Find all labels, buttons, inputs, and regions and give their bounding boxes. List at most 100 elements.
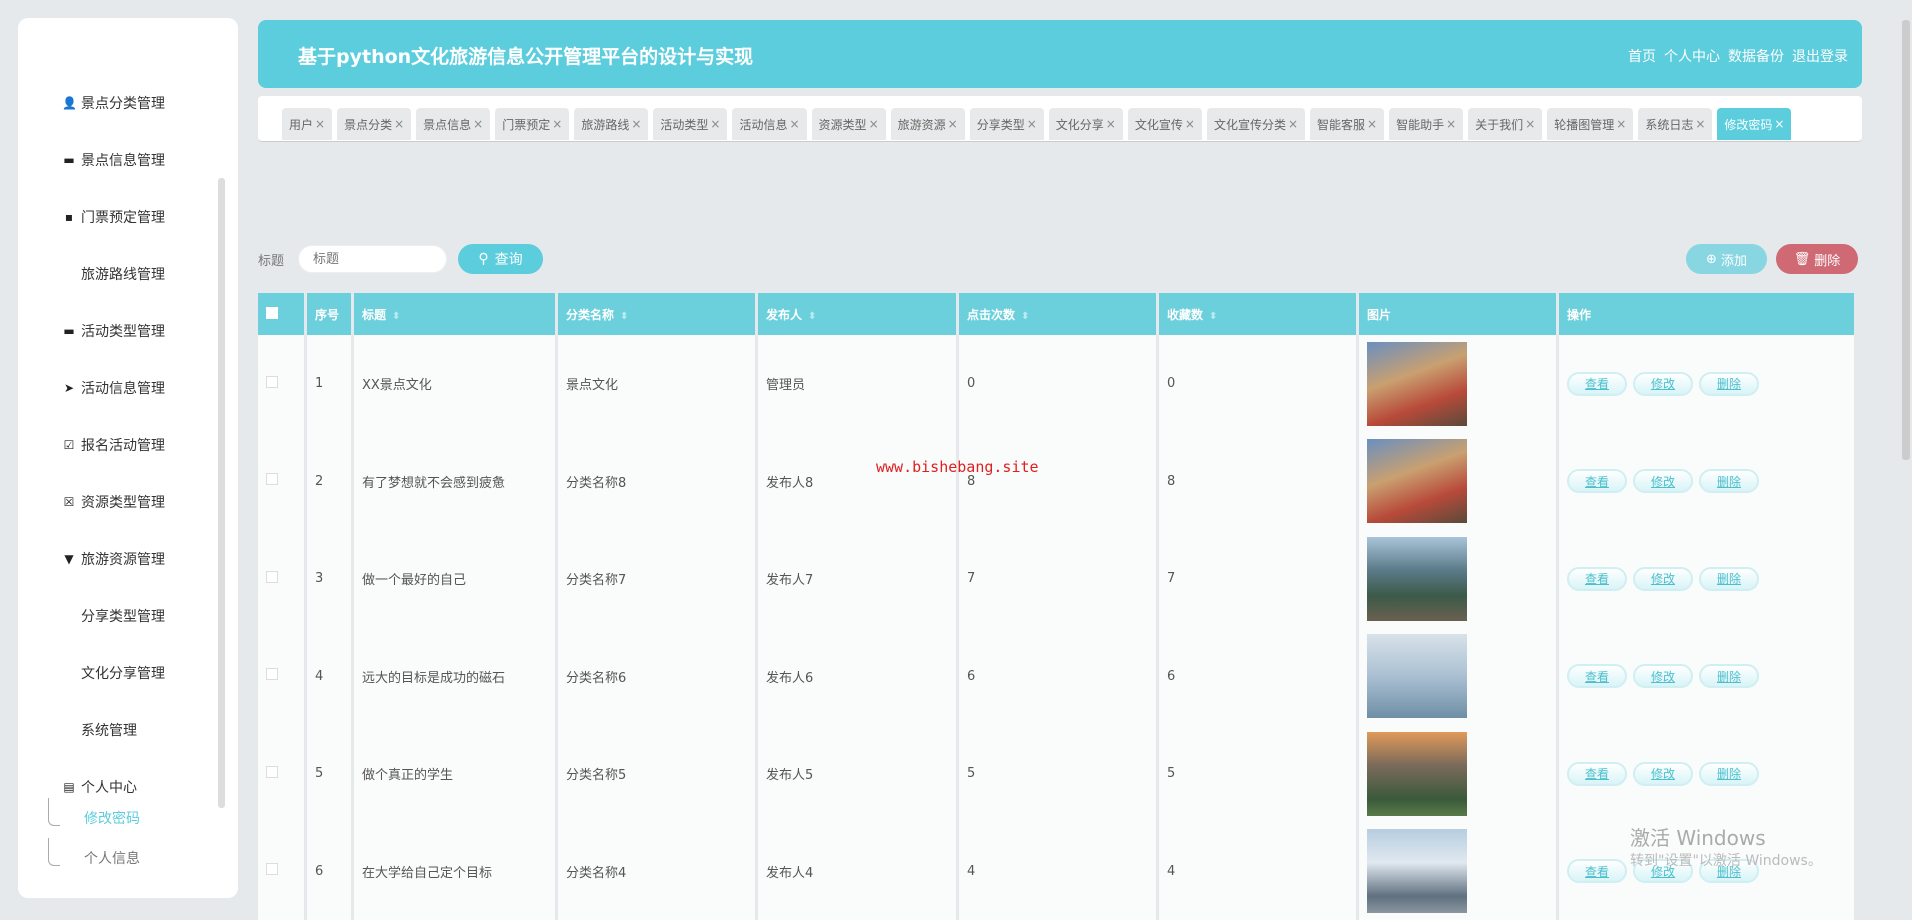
submenu-profile[interactable]: 个人信息 [84,848,140,868]
sidebar-item-4[interactable]: ▬活动类型管理 [62,319,165,343]
close-icon[interactable]: × [473,117,483,131]
close-icon[interactable]: × [631,117,641,131]
sidebar-item-1[interactable]: ▬景点信息管理 [62,148,165,172]
thumbnail-image[interactable] [1367,634,1467,718]
close-icon[interactable]: × [1525,117,1535,131]
close-icon[interactable]: × [1695,117,1705,131]
row-checkbox[interactable] [266,571,278,583]
thumbnail-image[interactable] [1367,439,1467,523]
close-icon[interactable]: × [710,117,720,131]
tab-4[interactable]: 旅游路线× [574,108,648,140]
tab-1[interactable]: 景点分类× [337,108,411,140]
tab-12[interactable]: 文化宣传分类× [1207,108,1305,140]
tab-13[interactable]: 智能客服× [1310,108,1384,140]
view-button[interactable]: 查看 [1567,762,1627,786]
tab-2[interactable]: 景点信息× [416,108,490,140]
close-icon[interactable]: × [394,117,404,131]
sidebar-scrollbar[interactable] [218,178,225,808]
delete-button[interactable]: 🗑删除 [1776,244,1858,274]
view-button[interactable]: 查看 [1567,567,1627,591]
sidebar-item-0[interactable]: 👤景点分类管理 [62,91,165,115]
close-icon[interactable]: × [1288,117,1298,131]
close-icon[interactable]: × [1774,117,1784,131]
column-header[interactable]: 标题⬍ [354,293,558,335]
tab-10[interactable]: 文化分享× [1049,108,1123,140]
search-button[interactable]: ⚲查询 [458,244,543,274]
close-icon[interactable]: × [1185,117,1195,131]
close-icon[interactable]: × [1446,117,1456,131]
delete-button[interactable]: 删除 [1699,664,1759,688]
sort-icon[interactable]: ⬍ [620,311,628,322]
sidebar-item-9[interactable]: 分享类型管理 [62,604,165,628]
sidebar-item-12[interactable]: ▤个人中心 [62,775,137,799]
tab-14[interactable]: 智能助手× [1389,108,1463,140]
header-link[interactable]: 退出登录 [1792,46,1848,66]
select-all-checkbox[interactable] [266,307,278,319]
view-button[interactable]: 查看 [1567,469,1627,493]
view-button[interactable]: 查看 [1567,372,1627,396]
sidebar-item-2[interactable]: ▪门票预定管理 [62,205,165,229]
page-scrollbar[interactable] [1902,20,1910,460]
close-icon[interactable]: × [789,117,799,131]
tab-7[interactable]: 资源类型× [812,108,886,140]
close-icon[interactable]: × [948,117,958,131]
sidebar-item-10[interactable]: 文化分享管理 [62,661,165,685]
row-checkbox[interactable] [266,668,278,680]
title-search-input[interactable] [298,245,447,273]
close-icon[interactable]: × [315,117,325,131]
sort-icon[interactable]: ⬍ [1209,311,1217,322]
delete-button[interactable]: 删除 [1699,762,1759,786]
sort-icon[interactable]: ⬍ [1021,311,1029,322]
tab-5[interactable]: 活动类型× [653,108,727,140]
column-header[interactable]: 分类名称⬍ [558,293,758,335]
sort-icon[interactable]: ⬍ [392,311,400,322]
thumbnail-image[interactable] [1367,342,1467,426]
row-checkbox[interactable] [266,863,278,875]
tab-17[interactable]: 系统日志× [1638,108,1712,140]
row-checkbox[interactable] [266,766,278,778]
tab-16[interactable]: 轮播图管理× [1547,108,1633,140]
header-link[interactable]: 首页 [1628,46,1656,66]
sort-icon[interactable]: ⬍ [808,311,816,322]
edit-button[interactable]: 修改 [1633,469,1693,493]
delete-button[interactable]: 删除 [1699,567,1759,591]
tab-9[interactable]: 分享类型× [970,108,1044,140]
row-checkbox[interactable] [266,376,278,388]
tab-18[interactable]: 修改密码× [1717,108,1791,140]
submenu-change-password[interactable]: 修改密码 [84,808,140,828]
tab-11[interactable]: 文化宣传× [1128,108,1202,140]
delete-button[interactable]: 删除 [1699,469,1759,493]
delete-button[interactable]: 删除 [1699,372,1759,396]
tab-3[interactable]: 门票预定× [495,108,569,140]
close-icon[interactable]: × [869,117,879,131]
edit-button[interactable]: 修改 [1633,372,1693,396]
sidebar-item-5[interactable]: ➤活动信息管理 [62,376,165,400]
close-icon[interactable]: × [1616,117,1626,131]
edit-button[interactable]: 修改 [1633,567,1693,591]
sidebar-item-7[interactable]: ☒资源类型管理 [62,490,165,514]
sidebar-item-6[interactable]: ☑报名活动管理 [62,433,165,457]
tab-6[interactable]: 活动信息× [732,108,806,140]
edit-button[interactable]: 修改 [1633,762,1693,786]
close-icon[interactable]: × [552,117,562,131]
header-link[interactable]: 数据备份 [1728,46,1784,66]
column-header[interactable]: 收藏数⬍ [1159,293,1359,335]
column-header[interactable]: 发布人⬍ [758,293,959,335]
tab-8[interactable]: 旅游资源× [891,108,965,140]
row-checkbox[interactable] [266,473,278,485]
view-button[interactable]: 查看 [1567,859,1627,883]
add-button[interactable]: ⊕添加 [1686,244,1767,274]
close-icon[interactable]: × [1106,117,1116,131]
tab-0[interactable]: 用户× [282,108,332,140]
close-icon[interactable]: × [1027,117,1037,131]
thumbnail-image[interactable] [1367,829,1467,913]
column-header[interactable]: 点击次数⬍ [959,293,1159,335]
sidebar-item-8[interactable]: ▼旅游资源管理 [62,547,165,571]
thumbnail-image[interactable] [1367,537,1467,621]
header-link[interactable]: 个人中心 [1664,46,1720,66]
sidebar-item-3[interactable]: 旅游路线管理 [62,262,165,286]
thumbnail-image[interactable] [1367,732,1467,816]
view-button[interactable]: 查看 [1567,664,1627,688]
edit-button[interactable]: 修改 [1633,664,1693,688]
close-icon[interactable]: × [1367,117,1377,131]
